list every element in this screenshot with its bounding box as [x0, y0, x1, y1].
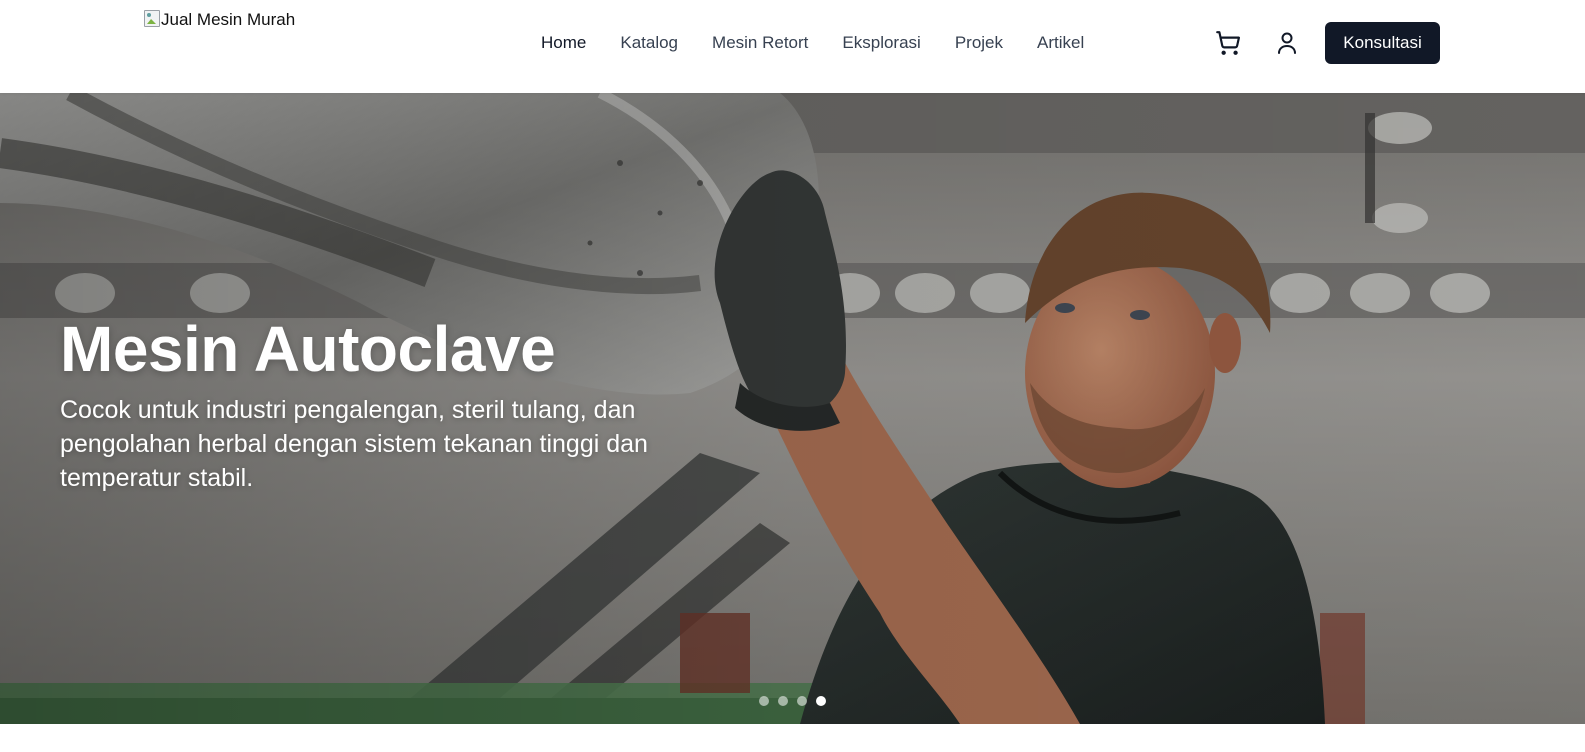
- account-button[interactable]: [1273, 29, 1301, 57]
- hero-description: Cocok untuk industri pengalengan, steril…: [60, 396, 648, 492]
- cart-icon: [1216, 31, 1241, 55]
- nav-item-artikel[interactable]: Artikel: [1037, 31, 1084, 55]
- nav-item-projek[interactable]: Projek: [955, 31, 1003, 55]
- user-icon: [1278, 32, 1296, 54]
- site-header: Jual Mesin Murah Home Katalog Mesin Reto…: [0, 0, 1585, 93]
- hero-title: Mesin Autoclave: [60, 313, 556, 385]
- site-logo[interactable]: Jual Mesin Murah: [144, 10, 295, 30]
- hero-content: Mesin Autoclave Cocok untuk industri pen…: [60, 313, 740, 495]
- hero-carousel: Mesin Autoclave Cocok untuk industri pen…: [0, 93, 1585, 724]
- main-nav: Home Katalog Mesin Retort Eksplorasi Pro…: [541, 31, 1084, 55]
- konsultasi-button[interactable]: Konsultasi: [1325, 22, 1440, 64]
- carousel-indicators: [759, 696, 826, 706]
- carousel-dot-3[interactable]: [797, 696, 807, 706]
- logo-alt-text: Jual Mesin Murah: [161, 10, 296, 29]
- carousel-dot-2[interactable]: [778, 696, 788, 706]
- broken-image-icon: [144, 10, 160, 27]
- nav-item-home[interactable]: Home: [541, 31, 586, 55]
- carousel-dot-4[interactable]: [816, 696, 826, 706]
- nav-item-eksplorasi[interactable]: Eksplorasi: [842, 31, 920, 55]
- nav-item-mesin-retort[interactable]: Mesin Retort: [712, 31, 808, 55]
- nav-item-katalog[interactable]: Katalog: [620, 31, 678, 55]
- cart-button[interactable]: [1214, 29, 1242, 57]
- carousel-dot-1[interactable]: [759, 696, 769, 706]
